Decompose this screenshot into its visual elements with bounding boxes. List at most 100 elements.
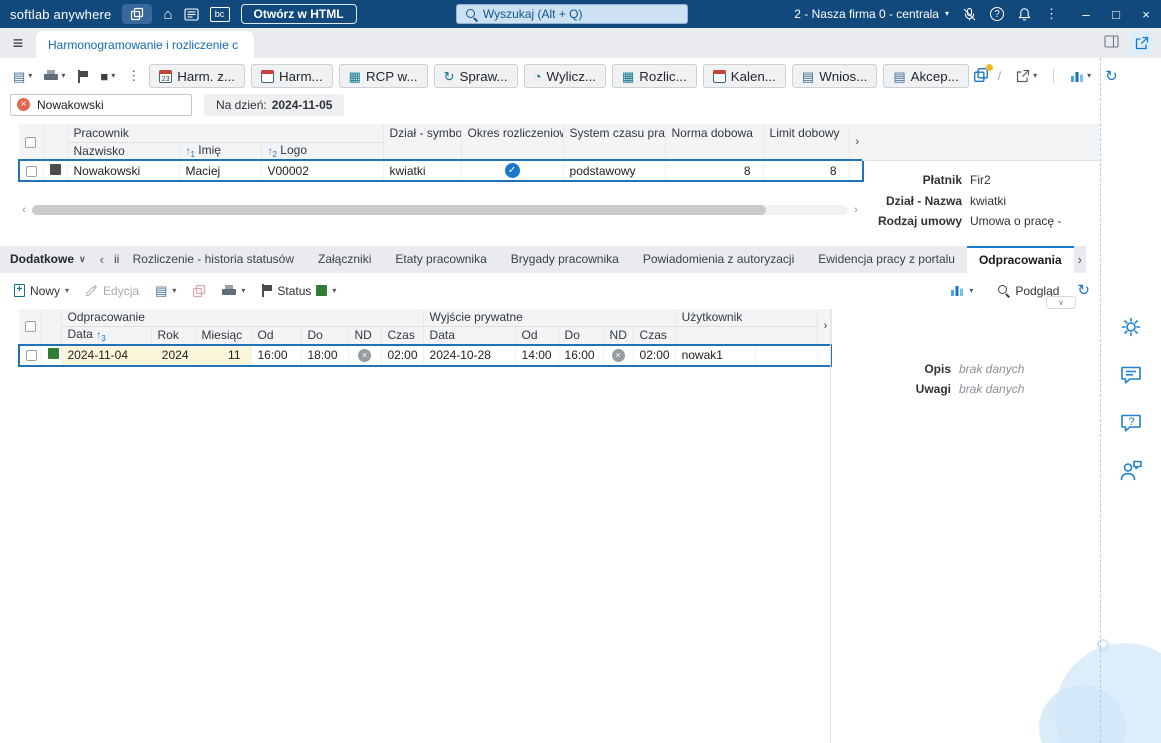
- select-all-checkbox[interactable]: [25, 136, 36, 148]
- column-header-wp-nd[interactable]: ND: [603, 326, 634, 345]
- select-all-checkbox[interactable]: [25, 321, 36, 333]
- print-records-button[interactable]: ▾: [216, 279, 251, 303]
- new-document-button[interactable]: ▤ ▾: [8, 64, 37, 88]
- flag-button[interactable]: [72, 64, 93, 88]
- scroll-left-icon[interactable]: ‹: [18, 204, 30, 216]
- tab-rozliczenie-historia[interactable]: Rozliczenie - historia statusów: [121, 246, 306, 273]
- column-header-miesiac[interactable]: Miesiąc: [195, 326, 252, 345]
- column-header-data[interactable]: Data ↑3: [61, 326, 152, 345]
- menu-list-button[interactable]: [183, 4, 199, 24]
- open-in-window-button[interactable]: [973, 63, 993, 86]
- detail-tabs-menu[interactable]: Dodatkowe ∨: [0, 246, 96, 273]
- group-header-uzytkownik[interactable]: Użytkownik: [675, 308, 818, 327]
- column-header-wp-data[interactable]: Data: [423, 326, 516, 345]
- notifications-button[interactable]: [1017, 4, 1032, 24]
- edit-record-button[interactable]: Edycja: [79, 279, 145, 303]
- close-button[interactable]: ×: [1131, 0, 1161, 28]
- tab-powiadomienia[interactable]: Powiadomienia z autoryzacji: [631, 246, 806, 273]
- column-header-wp-czas[interactable]: Czas: [633, 326, 676, 345]
- column-header-okres[interactable]: Okres rozliczeniowy: [461, 124, 564, 161]
- open-external-button[interactable]: [1129, 31, 1153, 55]
- column-header-imie[interactable]: ↑1 Imię: [179, 142, 262, 161]
- work-row[interactable]: 2024-11-04 2024 11 16:00 18:00 × 02:00 2…: [18, 343, 833, 367]
- help-chat-button[interactable]: ?: [1114, 406, 1148, 440]
- bc-module-button[interactable]: bc: [209, 6, 230, 22]
- tab-harmonogramowanie[interactable]: Harmonogramowanie i rozliczenie cza: [36, 31, 254, 58]
- employee-row[interactable]: Nowakowski Maciej V00002 kwiatki ✓ podst…: [18, 159, 865, 182]
- column-header-czas[interactable]: Czas: [381, 326, 424, 345]
- copy-record-button[interactable]: [186, 279, 212, 303]
- consultant-contact-button[interactable]: [1114, 454, 1148, 488]
- column-header-wp-od[interactable]: Od: [515, 326, 559, 345]
- home-icon[interactable]: ⌂: [163, 4, 172, 24]
- column-header-norma[interactable]: Norma dobowa: [665, 124, 764, 161]
- scrollbar-track[interactable]: [32, 205, 848, 215]
- grid-expander[interactable]: ›: [849, 124, 864, 161]
- harm-button[interactable]: Harm...: [250, 64, 333, 88]
- scrollbar-thumb[interactable]: [32, 205, 767, 215]
- rozlicz-button[interactable]: ▦ Rozlic...: [611, 64, 697, 88]
- wylicz-button[interactable]: ◔ Wylicz...: [523, 64, 606, 88]
- column-header-do[interactable]: Do: [301, 326, 349, 345]
- tab-brygady[interactable]: Brygady pracownika: [499, 246, 631, 273]
- detail-chart-button[interactable]: ▾: [944, 279, 979, 303]
- window-switcher-button[interactable]: [122, 4, 153, 24]
- maximize-button[interactable]: □: [1101, 0, 1131, 28]
- global-search-input[interactable]: [482, 7, 679, 21]
- minimize-button[interactable]: –: [1071, 0, 1101, 28]
- as-of-date-chip[interactable]: Na dzień: 2024-11-05: [204, 94, 345, 116]
- sprawdz-button[interactable]: ↻ Spraw...: [433, 64, 518, 88]
- column-header-rok[interactable]: Rok: [151, 326, 196, 345]
- group-header-wyjscie[interactable]: Wyjście prywatne: [423, 308, 676, 327]
- column-header-od[interactable]: Od: [251, 326, 302, 345]
- wnioski-button[interactable]: ▤ Wnios...: [791, 64, 878, 88]
- group-header-pracownik[interactable]: Pracownik: [67, 124, 384, 143]
- export-button[interactable]: ▾: [1010, 64, 1042, 88]
- akceptacja-button[interactable]: ▤ Akcep...: [883, 64, 969, 88]
- column-header-logo[interactable]: ↑2 Logo: [261, 142, 384, 161]
- hamburger-menu-button[interactable]: ≡: [0, 28, 36, 58]
- collapse-panel-button[interactable]: ∨: [1046, 295, 1076, 309]
- tab-ewidencja[interactable]: Ewidencja pracy z portalu: [806, 246, 967, 273]
- horizontal-scrollbar[interactable]: ‹ ›: [18, 204, 862, 216]
- tab-overflow[interactable]: ii: [108, 246, 121, 273]
- smart-assistant-button[interactable]: [1114, 310, 1148, 344]
- new-from-template-button[interactable]: ▤ ▾: [149, 279, 182, 303]
- status-flag-button[interactable]: Status ▾: [255, 279, 342, 303]
- microphone-muted-button[interactable]: [962, 4, 977, 24]
- harm-z-button[interactable]: 23 Harm. z...: [149, 64, 245, 88]
- column-header-limit[interactable]: Limit dobowy: [763, 124, 850, 161]
- column-header-dzial[interactable]: Dział - symbol: [383, 124, 462, 161]
- rcp-button[interactable]: ▦ RCP w...: [338, 64, 428, 88]
- row-checkbox[interactable]: [26, 350, 37, 362]
- company-selector[interactable]: 2 - Nasza firma 0 - centrala ▾: [794, 7, 949, 21]
- open-in-html-button[interactable]: Otwórz w HTML: [240, 4, 357, 24]
- group-header-odpracowanie[interactable]: Odpracowanie: [61, 308, 424, 327]
- more-options-button[interactable]: ⋮: [1045, 6, 1058, 22]
- panel-layout-button[interactable]: [1104, 35, 1119, 51]
- new-record-button[interactable]: Nowy ▾: [8, 279, 75, 303]
- column-header-system[interactable]: System czasu pracy: [563, 124, 666, 161]
- tab-etaty[interactable]: Etaty pracownika: [383, 246, 498, 273]
- kalendarz-button[interactable]: Kalen...: [702, 64, 786, 88]
- column-header-nd[interactable]: ND: [348, 326, 382, 345]
- toolbar-more-button[interactable]: ⋮: [122, 64, 145, 88]
- column-header-wp-do[interactable]: Do: [558, 326, 604, 345]
- chart-button[interactable]: ▾: [1065, 64, 1096, 88]
- global-search[interactable]: [456, 4, 688, 24]
- status-column-header[interactable]: [41, 308, 62, 345]
- detail-refresh-button[interactable]: ↻: [1077, 283, 1090, 298]
- status-filter-button[interactable]: ■ ▾: [95, 64, 120, 88]
- column-header-nazwisko[interactable]: Nazwisko: [67, 142, 180, 161]
- employee-search-input[interactable]: [10, 94, 192, 116]
- print-button[interactable]: ▾: [39, 64, 70, 88]
- help-button[interactable]: ?: [990, 7, 1004, 21]
- feedback-chat-button[interactable]: [1114, 358, 1148, 392]
- status-column-header[interactable]: [43, 124, 68, 161]
- tab-odpracowania[interactable]: Odpracowania: [966, 245, 1074, 273]
- employee-search[interactable]: ×: [10, 94, 192, 116]
- grid-expander[interactable]: ›: [817, 308, 832, 345]
- scroll-right-icon[interactable]: ›: [850, 204, 862, 216]
- tabs-scroll-left[interactable]: ‹: [96, 252, 108, 267]
- clear-search-icon[interactable]: ×: [17, 98, 30, 111]
